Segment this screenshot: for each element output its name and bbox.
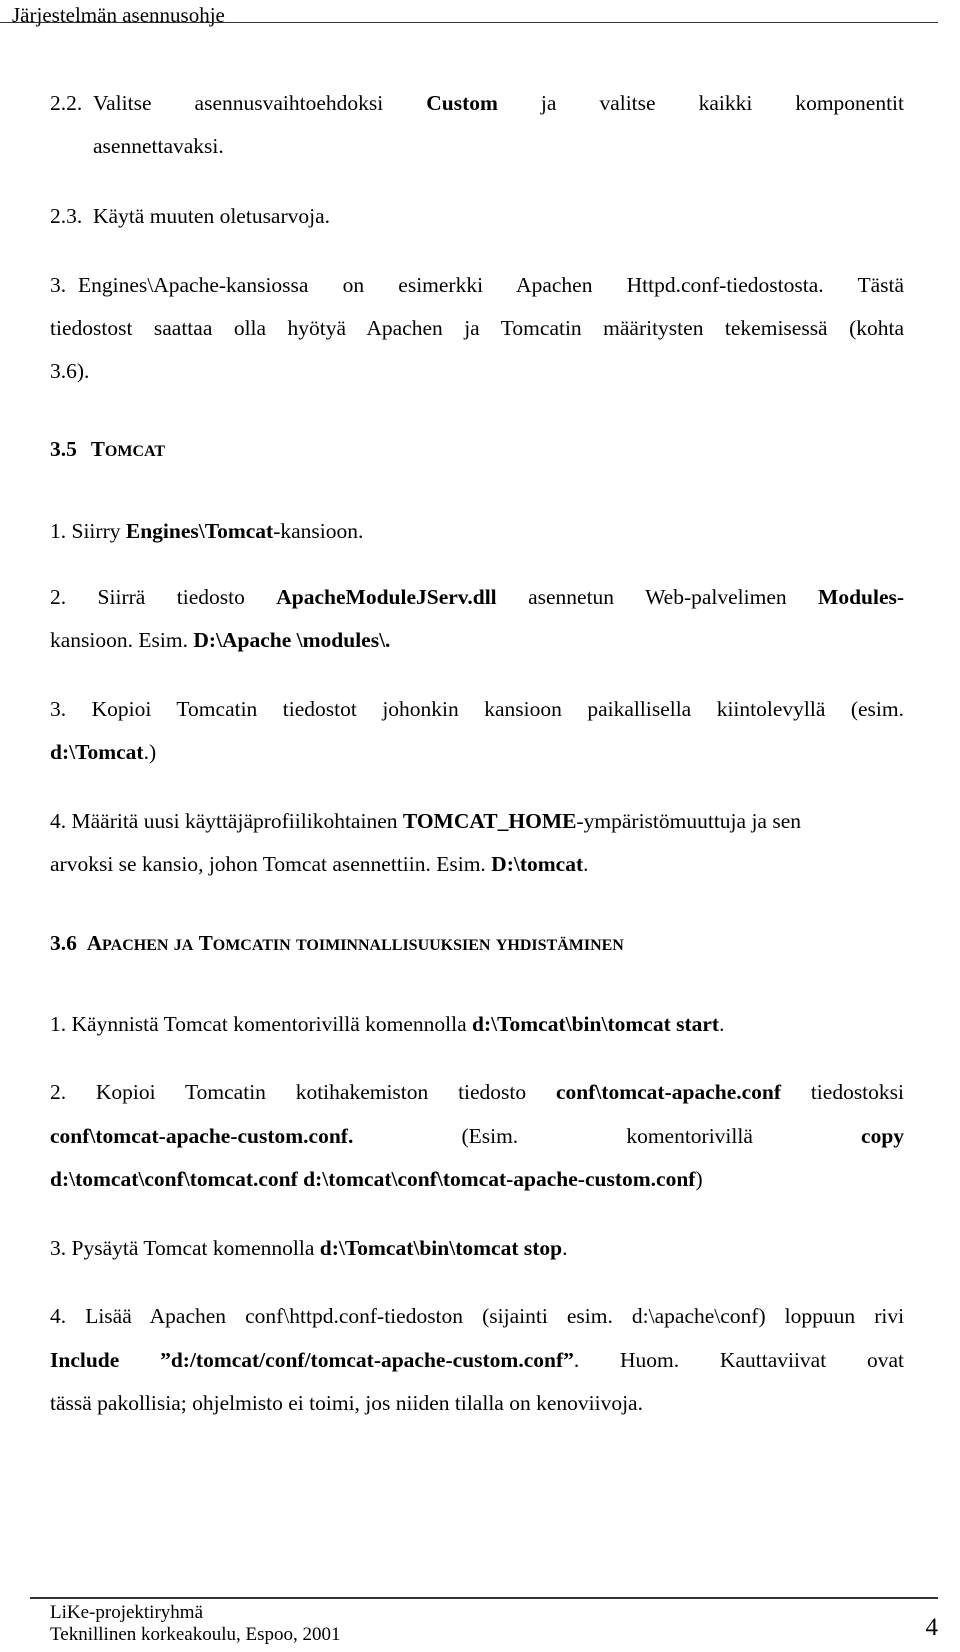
item-text-line: 1. Käynnistä Tomcat komentorivillä komen… <box>50 1012 725 1036</box>
item-text-line: 4. Määritä uusi käyttäjäprofiilikohtaine… <box>50 809 801 833</box>
item-text-line: d:\tomcat\conf\tomcat.conf d:\tomcat\con… <box>50 1167 703 1191</box>
footer-institution: Teknillinen korkeakoulu, Espoo, 2001 <box>50 1624 341 1645</box>
item-text-line: 1. Siirry Engines\Tomcat-kansioon. <box>50 519 364 543</box>
item-text-line: Engines\Apache-kansiossa on esimerkki Ap… <box>78 273 904 297</box>
item-text-line: Valitse asennusvaihtoehdoksi Custom ja v… <box>93 91 904 115</box>
item-text-line: 2. Kopioi Tomcatin kotihakemiston tiedos… <box>50 1080 904 1104</box>
item-text-line: Include ”d:/tomcat/conf/tomcat-apache-cu… <box>50 1348 905 1372</box>
item-text-line: conf\tomcat-apache-custom.conf. (Esim. k… <box>50 1124 905 1148</box>
item-text-line: Käytä muuten oletusarvoja. <box>93 204 331 228</box>
section-heading-3-6: 3.6 APACHEN JA TOMCATIN TOIMINNALLISUUKSI… <box>50 931 624 955</box>
item-text-line: 3.6). <box>50 359 90 383</box>
item-text-line: 3. Pysäytä Tomcat komennolla d:\Tomcat\b… <box>50 1236 568 1260</box>
item-text-line: 3. Kopioi Tomcatin tiedostot johonkin ka… <box>50 697 905 721</box>
item-text-line: tiedostost saattaa olla hyötyä Apachen j… <box>50 316 904 340</box>
item-text-line: 2. Siirrä tiedosto ApacheModuleJServ.dll… <box>50 585 905 609</box>
item-text-line: arvoksi se kansio, johon Tomcat asennett… <box>50 852 589 876</box>
footer-divider <box>30 1597 938 1599</box>
header-divider <box>0 22 938 23</box>
section-heading-3-5: 3.5 TOMCAT <box>50 437 166 461</box>
item-number: 2.2. <box>50 91 83 115</box>
item-text-line: kansioon. Esim. D:\Apache \modules\. <box>50 628 391 652</box>
item-text-line: tässä pakollisia; ohjelmisto ei toimi, j… <box>50 1391 643 1415</box>
item-text-line: asennettavaksi. <box>93 134 224 158</box>
item-number: 3. <box>50 273 67 297</box>
item-text-line: 4. Lisää Apachen conf\httpd.conf-tiedost… <box>50 1304 905 1328</box>
page-number: 4 <box>925 1614 939 1641</box>
item-text-line: d:\Tomcat.) <box>50 740 157 764</box>
item-number: 2.3. <box>50 204 83 228</box>
document-title: Järjestelmän asennusohje <box>12 3 225 27</box>
footer-organization: LiKe-projektiryhmä <box>50 1602 204 1623</box>
